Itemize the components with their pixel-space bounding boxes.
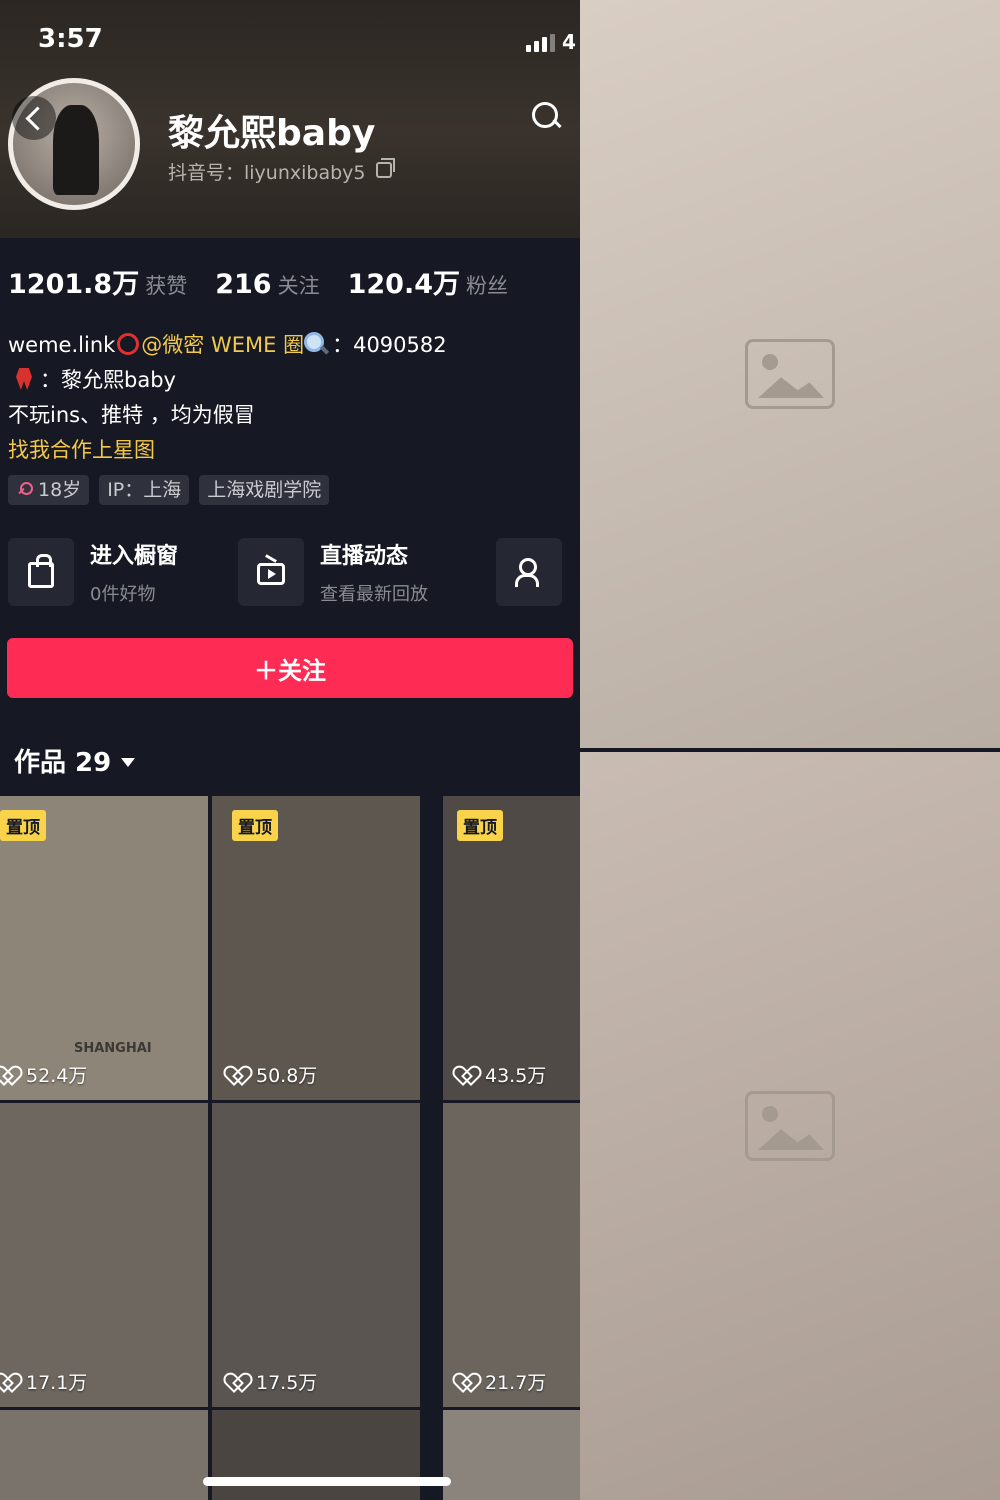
stat-likes: 1201.8万 获赞 bbox=[8, 262, 187, 301]
stat-value: 1201.8万 bbox=[8, 269, 140, 300]
works-tab[interactable]: 作品 29 bbox=[14, 742, 136, 779]
video-thumbnail[interactable]: 置顶 SHANGHAI 52.4万 bbox=[0, 796, 208, 1100]
like-count: 17.1万 bbox=[0, 1368, 87, 1395]
age-tag: 18岁 bbox=[8, 475, 90, 505]
profile-header: 3:57 4 黎允熙baby 抖音号：liyunxibaby5 bbox=[0, 0, 580, 238]
stat-followers[interactable]: 120.4万 粉丝 bbox=[348, 262, 508, 301]
live-subtitle: 查看最新回放 bbox=[320, 584, 428, 605]
stat-value: 120.4万 bbox=[347, 269, 460, 300]
copy-icon[interactable] bbox=[376, 158, 395, 178]
video-thumbnail[interactable]: 置顶 50.8万 bbox=[212, 796, 420, 1100]
bio-line-2: ：黎允熙baby bbox=[8, 363, 447, 398]
shop-subtitle: 0件好物 bbox=[90, 584, 156, 605]
like-count: 50.8万 bbox=[230, 1061, 317, 1088]
follow-button[interactable]: ＋关注 bbox=[7, 638, 573, 698]
stat-label: 关注 bbox=[277, 274, 320, 298]
video-thumbnail[interactable]: 17.1万 bbox=[0, 1103, 208, 1407]
bio-number: ：4090582 bbox=[332, 333, 447, 357]
like-count: 52.4万 bbox=[0, 1061, 87, 1088]
live-replay-card[interactable]: 直播动态 查看最新回放 bbox=[238, 538, 428, 606]
video-thumbnail[interactable]: 置顶 43.5万 bbox=[443, 796, 580, 1100]
video-thumbnail[interactable]: 21.7万 bbox=[443, 1103, 580, 1407]
pinned-badge: 置顶 bbox=[232, 810, 278, 841]
profile-stats: 1201.8万 获赞 216 关注 120.4万 粉丝 bbox=[8, 262, 508, 301]
bio-weme: @微密 WEME 圈 bbox=[141, 333, 305, 357]
thumbnail-caption: SHANGHAI bbox=[74, 1041, 152, 1056]
ribbon-icon bbox=[16, 368, 32, 390]
back-button[interactable] bbox=[12, 96, 56, 140]
stat-label: 粉丝 bbox=[465, 274, 508, 298]
live-title: 直播动态 bbox=[320, 544, 409, 569]
side-photo-column bbox=[580, 0, 1000, 1500]
add-friend-card[interactable] bbox=[496, 538, 562, 606]
battery-level: 4 bbox=[562, 30, 576, 54]
chevron-down-icon[interactable] bbox=[121, 757, 136, 767]
video-thumbnail[interactable]: 17.5万 bbox=[212, 1103, 420, 1407]
star-map-link[interactable]: 找我合作上星图 bbox=[8, 433, 447, 468]
age-text: 18岁 bbox=[38, 479, 82, 501]
pinned-badge: 置顶 bbox=[0, 810, 46, 841]
stat-following[interactable]: 216 关注 bbox=[215, 269, 319, 300]
heart-icon bbox=[230, 1374, 248, 1390]
like-count: 21.7万 bbox=[459, 1368, 546, 1395]
works-label: 作品 29 bbox=[14, 748, 112, 778]
shopping-bag-icon bbox=[28, 554, 54, 588]
shop-title: 进入橱窗 bbox=[90, 544, 179, 569]
image-icon bbox=[745, 1091, 835, 1161]
video-thumbnail[interactable] bbox=[212, 1410, 420, 1500]
status-time: 3:57 bbox=[38, 24, 103, 54]
school-tag[interactable]: 上海戏剧学院 bbox=[199, 475, 330, 505]
search-icon[interactable] bbox=[530, 100, 562, 132]
image-icon bbox=[745, 339, 835, 409]
video-thumbnail[interactable] bbox=[0, 1410, 208, 1500]
signal-icon bbox=[526, 34, 556, 52]
bio-text: ：黎允熙baby bbox=[40, 368, 176, 392]
add-friend-icon bbox=[515, 558, 543, 587]
stat-value: 216 bbox=[215, 269, 272, 300]
heart-icon bbox=[459, 1374, 477, 1390]
ip-tag: IP：上海 bbox=[99, 475, 190, 505]
like-count: 43.5万 bbox=[459, 1061, 546, 1088]
heart-icon bbox=[0, 1374, 18, 1390]
pinned-badge: 置顶 bbox=[457, 810, 503, 841]
live-tv-icon bbox=[257, 563, 285, 585]
stat-label: 获赞 bbox=[145, 274, 188, 298]
red-circle-icon bbox=[117, 333, 140, 355]
heart-icon bbox=[230, 1067, 248, 1083]
home-indicator[interactable] bbox=[203, 1477, 451, 1486]
female-icon bbox=[16, 482, 33, 498]
heart-icon bbox=[0, 1067, 18, 1083]
profile-screen: 3:57 4 黎允熙baby 抖音号：liyunxibaby5 1201.8万 … bbox=[0, 0, 580, 1500]
bio-line-3: 不玩ins、推特 ，均为假冒 bbox=[8, 403, 255, 427]
heart-icon bbox=[459, 1067, 477, 1083]
magnifier-icon bbox=[304, 332, 328, 356]
douyin-id: 抖音号：liyunxibaby5 bbox=[168, 162, 366, 184]
photo-placeholder bbox=[580, 0, 1000, 748]
like-count: 17.5万 bbox=[230, 1368, 317, 1395]
photo-placeholder bbox=[580, 752, 1000, 1500]
profile-nickname: 黎允熙baby bbox=[168, 113, 376, 154]
profile-tags: 18岁 IP：上海 上海戏剧学院 bbox=[8, 475, 330, 505]
bio-link-text: weme.link bbox=[8, 333, 116, 357]
bio-line-1: weme.link @微密 WEME 圈 ：4090582 bbox=[8, 328, 447, 363]
shop-window-card[interactable]: 进入橱窗 0件好物 bbox=[8, 538, 178, 606]
profile-bio: weme.link @微密 WEME 圈 ：4090582 ：黎允熙baby 不玩i… bbox=[8, 328, 447, 468]
video-thumbnail[interactable] bbox=[443, 1410, 580, 1500]
